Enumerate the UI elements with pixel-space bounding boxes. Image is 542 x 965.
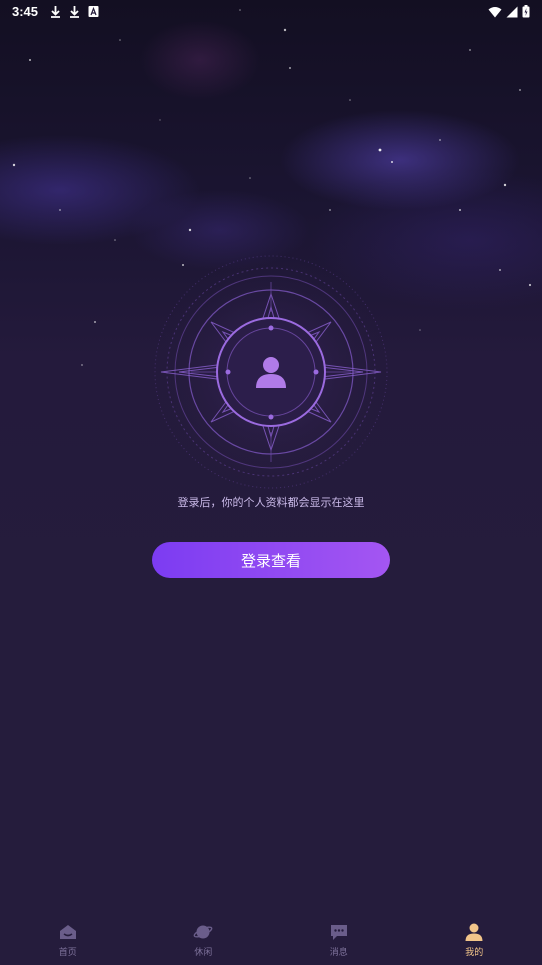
status-time: 3:45 xyxy=(12,4,39,19)
tab-leisure[interactable]: 休闲 xyxy=(136,915,272,965)
login-button[interactable]: 登录查看 xyxy=(152,542,390,578)
font-icon xyxy=(88,6,99,17)
battery-charging-icon xyxy=(522,5,530,18)
planet-icon xyxy=(193,925,213,939)
bottom-tab-bar: 首页 休闲 消息 我的 xyxy=(0,915,542,965)
tab-home-label: 首页 xyxy=(58,948,77,958)
signal-icon xyxy=(506,6,518,17)
tab-profile[interactable]: 我的 xyxy=(407,915,542,965)
tab-home[interactable]: 首页 xyxy=(0,915,136,965)
download-icon xyxy=(51,6,60,18)
status-bar: 3:45 xyxy=(0,0,542,24)
tab-messages-label: 消息 xyxy=(329,948,348,958)
chat-icon xyxy=(330,925,347,940)
download-icon xyxy=(70,6,79,18)
wifi-icon xyxy=(488,6,502,17)
tab-profile-label: 我的 xyxy=(465,948,484,958)
avatar-emblem xyxy=(151,252,391,492)
login-hint-text: 登录后，你的个人资料都会显示在这里 xyxy=(177,496,365,509)
tab-messages[interactable]: 消息 xyxy=(271,915,407,965)
home-icon xyxy=(59,925,76,939)
tab-leisure-label: 休闲 xyxy=(194,948,213,958)
user-icon xyxy=(465,923,483,941)
